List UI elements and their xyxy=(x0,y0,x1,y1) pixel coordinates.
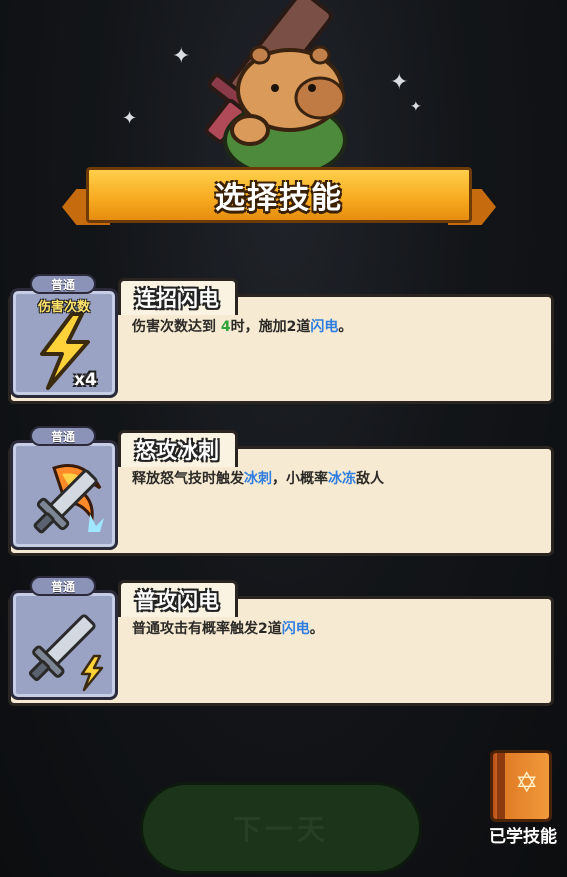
title-banner: 选择技能 xyxy=(62,163,496,235)
next-day-label: 下一天 xyxy=(232,813,329,846)
desc-text: 时，施加2道 xyxy=(230,319,311,335)
sparkle-icon: ✦ xyxy=(122,108,138,129)
book-spine xyxy=(497,753,505,819)
desc-text: ，小概率 xyxy=(272,471,328,487)
skill-book-icon: ✡ xyxy=(490,750,552,822)
capybara-hero-icon xyxy=(204,0,347,175)
desc-text: 伤害次数达到 xyxy=(132,319,221,335)
skill-description: 普通攻击有概率触发2道闪电。 xyxy=(132,618,324,638)
desc-text: 普通攻击有概率触发2道 xyxy=(132,621,282,637)
sword-lightning-icon xyxy=(28,614,104,692)
learned-skills-label: 已学技能 xyxy=(489,827,557,847)
desc-text: 敌人 xyxy=(356,471,384,487)
skill-name: 连招闪电 xyxy=(135,287,219,311)
skill-name-tab: 连招闪电 xyxy=(118,278,238,315)
page-title: 选择技能 xyxy=(215,181,343,216)
flaming-sword-icon xyxy=(33,464,104,534)
skill-description: 伤害次数达到 4时，施加2道闪电。 xyxy=(132,316,352,336)
rarity-badge: 普通 xyxy=(30,426,96,446)
skill-card-3[interactable]: 普攻闪电 普通攻击有概率触发2道闪电。 普通 xyxy=(0,572,567,712)
desc-text: 。 xyxy=(338,319,353,335)
skill-name: 普攻闪电 xyxy=(135,589,219,613)
skill-name-tab: 怒攻冰刺 xyxy=(118,430,238,467)
desc-highlight: 闪电 xyxy=(310,319,339,335)
rarity-badge: 普通 xyxy=(30,274,96,294)
skill-card-1[interactable]: 连招闪电 伤害次数达到 4时，施加2道闪电。 伤害次数 x4 普通 xyxy=(0,270,567,410)
desc-text: 。 xyxy=(309,621,324,637)
learned-skills-button[interactable]: ✡ 已学技能 xyxy=(478,748,564,848)
desc-highlight: 冰刺 xyxy=(244,471,272,487)
desc-highlight: 4 xyxy=(220,319,231,335)
title-plate: 选择技能 xyxy=(86,167,472,223)
rarity-label: 普通 xyxy=(50,579,75,594)
rarity-label: 普通 xyxy=(50,429,75,444)
skill-card-2[interactable]: 怒攻冰刺 释放怒气技时触发冰刺，小概率冰冻敌人 普通 xyxy=(0,422,567,562)
skill-name: 怒攻冰刺 xyxy=(135,439,219,463)
skill-multiplier: x4 xyxy=(74,370,97,390)
next-day-button[interactable]: 下一天 xyxy=(140,782,422,874)
desc-highlight: 闪电 xyxy=(281,621,310,637)
sparkle-icon: ✦ xyxy=(410,99,422,115)
skill-description: 释放怒气技时触发冰刺，小概率冰冻敌人 xyxy=(132,468,384,488)
rarity-badge: 普通 xyxy=(30,576,96,596)
rarity-label: 普通 xyxy=(50,277,75,292)
desc-highlight: 冰冻 xyxy=(328,471,356,487)
desc-text: 释放怒气技时触发 xyxy=(132,471,244,487)
skill-icon-label: 伤害次数 xyxy=(37,300,90,315)
skill-name-tab: 普攻闪电 xyxy=(118,580,238,617)
hexagram-icon: ✡ xyxy=(515,766,539,799)
